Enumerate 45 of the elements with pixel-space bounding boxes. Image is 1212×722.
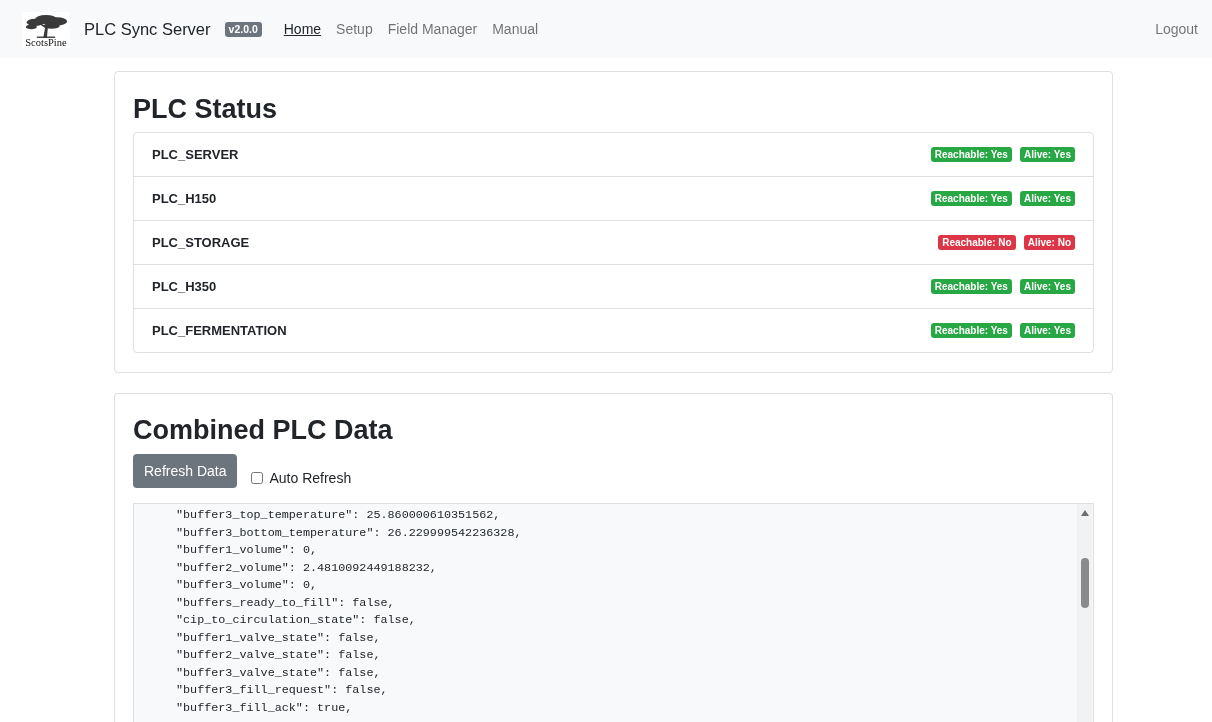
status-badge: Alive: Yes	[1019, 191, 1075, 206]
plc-name: PLC_STORAGE	[152, 233, 250, 252]
logout-link[interactable]: Logout	[1155, 19, 1198, 39]
code-line: "cip_to_circulation_state": false,	[176, 612, 416, 629]
auto-refresh-checkbox[interactable]	[251, 472, 264, 484]
logo[interactable]: ScotsPine	[22, 11, 70, 48]
logo-text: ScotsPine	[25, 37, 67, 48]
code-line: "buffer3_top_temperature": 25.860000610351562,	[176, 507, 501, 524]
plc-name: PLC_H350	[152, 277, 217, 296]
status-badge: Reachable: Yes	[930, 279, 1012, 294]
status-badge: Reachable: Yes	[930, 323, 1012, 338]
code-line: "buffer2_valve_state": false,	[176, 647, 381, 664]
code-line: "buffer3_valve_state": false,	[176, 664, 381, 682]
code-line: "buffer3_volume": 0,	[176, 577, 318, 594]
code-line: "buffers_ready_to_fill": false,	[176, 594, 395, 612]
status-badge: Alive: Yes	[1019, 279, 1075, 294]
plc-name: PLC_H150	[152, 189, 217, 208]
status-badge: Reachable: Yes	[930, 147, 1012, 162]
card-title: Combined PLC Data	[133, 414, 394, 446]
code-line: "buffer3_fill_ack": true,	[176, 699, 353, 717]
code-line: "buffer3_fill_request": false,	[176, 682, 388, 699]
code-line: "buffer1_valve_state": false,	[176, 629, 381, 647]
scrollbar[interactable]	[1077, 504, 1092, 722]
refresh-button[interactable]: Refresh Data	[133, 454, 238, 488]
plc-name: PLC_FERMENTATION	[152, 321, 287, 340]
code-line: "buffer1_volume": 0,	[176, 542, 318, 559]
status-badge: Reachable: No	[938, 235, 1016, 250]
nav-link[interactable]: Field Manager	[387, 19, 478, 39]
card-title: PLC Status	[133, 93, 279, 125]
auto-refresh-label: Auto Refresh	[269, 469, 352, 488]
nav-link[interactable]: Manual	[492, 19, 539, 39]
status-badge: Alive: Yes	[1019, 323, 1075, 338]
nav-link[interactable]: Home	[283, 19, 322, 39]
status-badge: Alive: No	[1023, 235, 1075, 250]
plc-name: PLC_SERVER	[152, 145, 239, 164]
brand-link[interactable]: PLC Sync Server	[84, 18, 211, 40]
status-badge: Reachable: Yes	[930, 191, 1012, 206]
version-badge: v2.0.0	[224, 21, 262, 37]
status-badge: Alive: Yes	[1019, 147, 1075, 162]
code-line: "buffer3_bottom_temperature": 26.229999542236328,	[176, 524, 522, 542]
scroll-up-icon[interactable]	[1080, 510, 1089, 516]
nav-link[interactable]: Setup	[336, 19, 373, 39]
scrollbar-thumb[interactable]	[1080, 558, 1089, 608]
code-line: "buffer2_volume": 2.4810092449188232,	[176, 559, 437, 577]
tree-icon	[24, 13, 68, 38]
